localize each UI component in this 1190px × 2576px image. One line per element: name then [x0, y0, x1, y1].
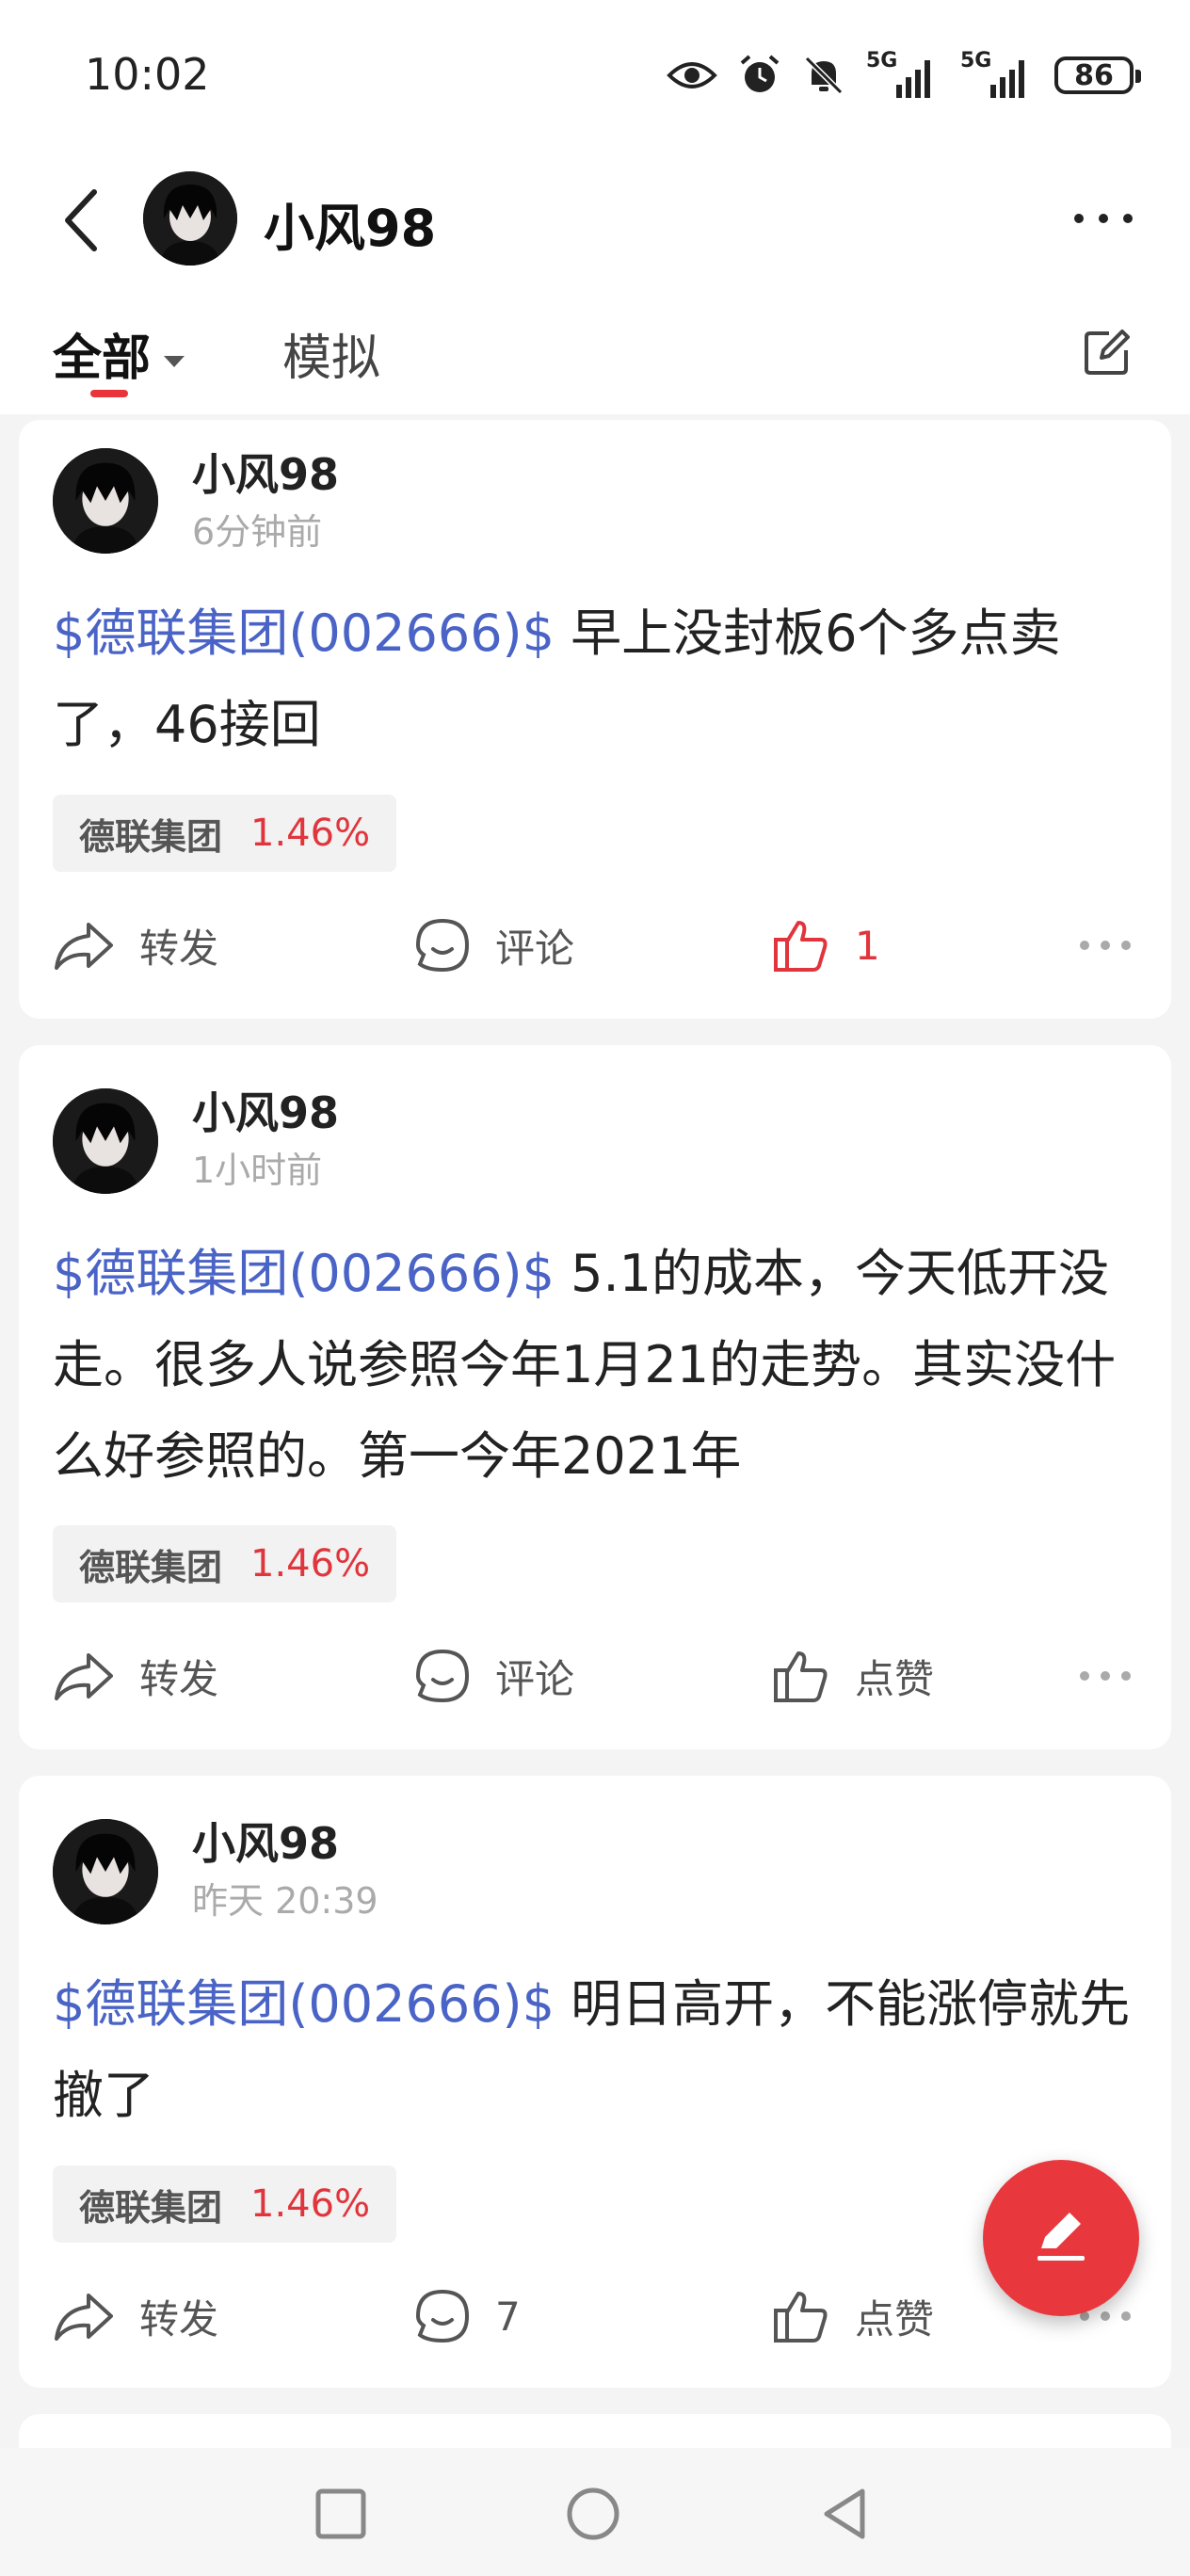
stock-tag-link[interactable]: $德联集团(002666)$ — [53, 1244, 555, 1303]
comment-label: 评论 — [495, 1655, 575, 1702]
comment-count: 7 — [495, 2293, 521, 2340]
tab-all-label: 全部 — [53, 330, 152, 387]
more-dots-icon — [1080, 941, 1131, 950]
post-text[interactable]: $德联集团(002666)$ 明日高开，不能涨停就先撤了 — [53, 1958, 1135, 2141]
system-nav-bar — [0, 2448, 1190, 2576]
like-button[interactable]: 点赞 — [772, 1638, 934, 1714]
share-label: 转发 — [139, 2295, 219, 2343]
recent-apps-icon[interactable] — [313, 2486, 369, 2542]
home-icon[interactable] — [565, 2486, 621, 2542]
status-bar: 10:02 5G 5G 86 — [0, 0, 1190, 151]
header-username: 小风98 — [264, 199, 437, 258]
compose-post-button[interactable] — [983, 2160, 1139, 2316]
signal-2-label: 5G — [960, 49, 992, 72]
thumbs-up-icon — [774, 1651, 828, 1702]
tab-all[interactable]: 全部 — [53, 318, 185, 389]
eye-icon — [667, 62, 717, 89]
like-label: 点赞 — [855, 1655, 935, 1702]
stock-change: 1.46% — [250, 812, 371, 855]
post-more-button[interactable] — [1077, 908, 1134, 983]
post-actions: 转发 7 点赞 — [19, 2278, 1171, 2354]
author-avatar[interactable] — [53, 1819, 158, 1924]
tab-bar: 全部 模拟 — [0, 292, 1190, 414]
alarm-icon — [740, 55, 780, 92]
comment-icon — [415, 918, 470, 973]
post-actions: 转发 评论 点赞 — [19, 1638, 1171, 1714]
post-text[interactable]: $德联集团(002666)$ 5.1的成本，今天低开没走。很多人说参照今年1月2… — [53, 1228, 1135, 1502]
post-text[interactable]: $德联集团(002666)$ 早上没封板6个多点卖了，46接回 — [53, 588, 1135, 770]
author-name[interactable]: 小风98 — [192, 1079, 339, 1141]
like-count: 1 — [855, 922, 880, 969]
share-icon — [55, 2294, 113, 2341]
post-card: 小风98 昨天 20:39 $德联集团(002666)$ 明日高开，不能涨停就先… — [19, 1776, 1171, 2388]
share-icon — [55, 1653, 113, 1700]
post-time: 昨天 20:39 — [192, 1880, 378, 1922]
share-label: 转发 — [139, 925, 219, 972]
author-avatar[interactable] — [53, 1088, 158, 1194]
signal-5g-icon: 5G — [866, 49, 940, 102]
signal-5g-icon-2: 5G — [960, 49, 1034, 102]
share-button[interactable]: 转发 — [53, 1638, 218, 1714]
stock-chip[interactable]: 德联集团 1.46% — [53, 795, 397, 872]
comment-button[interactable]: 评论 — [414, 908, 574, 983]
header-avatar[interactable] — [143, 171, 237, 266]
stock-change: 1.46% — [250, 1542, 371, 1586]
author-avatar[interactable] — [53, 448, 158, 554]
header: 小风98 — [0, 151, 1190, 292]
post-more-button[interactable] — [1077, 1638, 1134, 1714]
post-time: 1小时前 — [192, 1150, 323, 1191]
more-dots-icon — [1080, 1671, 1131, 1681]
share-button[interactable]: 转发 — [53, 2278, 218, 2354]
edit-icon[interactable] — [1081, 326, 1134, 378]
like-button[interactable]: 点赞 — [772, 2278, 934, 2354]
caret-down-icon — [164, 356, 185, 367]
stock-chip[interactable]: 德联集团 1.46% — [53, 1525, 397, 1602]
thumbs-up-icon — [774, 921, 828, 972]
stock-tag-link[interactable]: $德联集团(002666)$ — [53, 1974, 555, 2034]
comment-button[interactable]: 7 — [414, 2278, 521, 2354]
comment-icon — [415, 1649, 470, 1703]
stock-tag-link[interactable]: $德联集团(002666)$ — [53, 604, 555, 663]
thumbs-up-icon — [774, 2292, 828, 2343]
comment-icon — [415, 2289, 470, 2343]
more-options-icon[interactable] — [1069, 200, 1137, 237]
mute-bell-icon — [804, 56, 844, 95]
stock-chip[interactable]: 德联集团 1.46% — [53, 2165, 397, 2243]
stock-change: 1.46% — [250, 2182, 371, 2226]
author-name[interactable]: 小风98 — [192, 1810, 339, 1872]
status-icons: 5G 5G 86 — [667, 49, 1141, 102]
author-name[interactable]: 小风98 — [192, 441, 339, 503]
comment-button[interactable]: 评论 — [414, 1638, 574, 1714]
back-icon[interactable] — [56, 183, 113, 258]
share-label: 转发 — [139, 1655, 219, 1702]
tab-simulated[interactable]: 模拟 — [282, 318, 380, 389]
battery-level: 86 — [1074, 58, 1114, 92]
post-card: 小风98 1小时前 $德联集团(002666)$ 5.1的成本，今天低开没走。很… — [19, 1045, 1171, 1749]
back-nav-icon[interactable] — [817, 2486, 874, 2542]
post-time: 6分钟前 — [192, 511, 323, 553]
share-icon — [55, 923, 113, 970]
comment-label: 评论 — [495, 925, 575, 972]
stock-name: 德联集团 — [79, 815, 223, 858]
share-button[interactable]: 转发 — [53, 908, 218, 983]
like-label: 点赞 — [855, 2295, 935, 2343]
signal-1-label: 5G — [866, 49, 898, 72]
status-time: 10:02 — [85, 49, 210, 100]
post-actions: 转发 评论 1 — [19, 908, 1171, 983]
tab-active-indicator — [90, 390, 128, 397]
stock-name: 德联集团 — [79, 1546, 223, 1588]
post-card: 小风98 6分钟前 $德联集团(002666)$ 早上没封板6个多点卖了，46接… — [19, 420, 1171, 1019]
stock-name: 德联集团 — [79, 2186, 223, 2229]
like-button[interactable]: 1 — [772, 908, 880, 983]
battery-icon: 86 — [1054, 56, 1141, 94]
pen-icon — [1037, 2213, 1085, 2261]
